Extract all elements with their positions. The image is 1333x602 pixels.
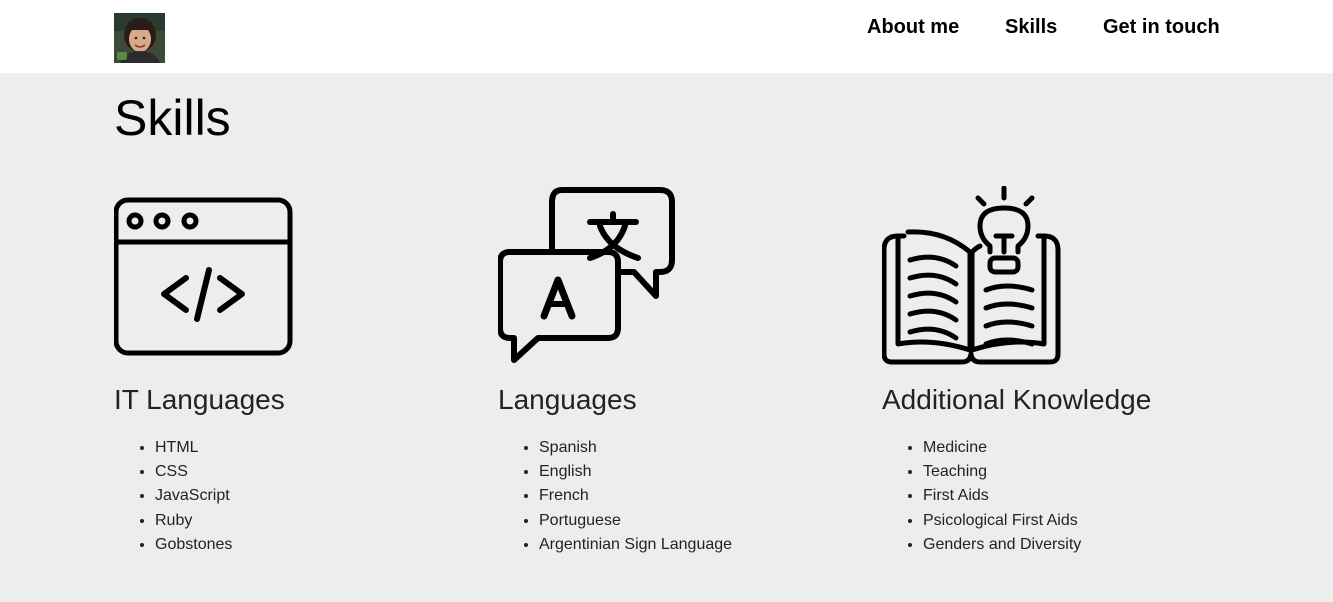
list-item: Portuguese (539, 509, 732, 533)
section-heading: Additional Knowledge (882, 384, 1152, 415)
list-item: First Aids (923, 484, 1081, 508)
list-item: Genders and Diversity (923, 533, 1081, 557)
list-item: Spanish (539, 436, 732, 460)
list-item: Medicine (923, 436, 1081, 460)
top-navigation-bar: About me Skills Get in touch (0, 0, 1333, 73)
list-item: Psicological First Aids (923, 509, 1081, 533)
list-item: English (539, 460, 732, 484)
list-item: Gobstones (155, 533, 232, 557)
nav-get-in-touch[interactable]: Get in touch (1103, 16, 1220, 40)
page-title: Skills (114, 90, 231, 146)
list-item: Ruby (155, 509, 232, 533)
list-item: Teaching (923, 460, 1081, 484)
list-item: CSS (155, 460, 232, 484)
list-item: Argentinian Sign Language (539, 533, 732, 557)
list-item: JavaScript (155, 484, 232, 508)
code-window-icon (114, 197, 293, 356)
section-heading: Languages (498, 384, 637, 415)
section-heading: IT Languages (114, 384, 285, 415)
skill-list: Medicine Teaching First Aids Psicologica… (882, 436, 1081, 557)
list-item: French (539, 484, 732, 508)
skill-list: HTML CSS JavaScript Ruby Gobstones (114, 436, 232, 557)
list-item: HTML (155, 436, 232, 460)
skills-section-it-languages: IT Languages HTML CSS JavaScript Ruby Go… (114, 186, 454, 553)
skill-list: Spanish English French Portuguese Argent… (498, 436, 732, 557)
nav-skills[interactable]: Skills (1005, 16, 1057, 40)
nav-about-me[interactable]: About me (867, 16, 959, 40)
skills-section-languages: Languages Spanish English French Portugu… (498, 186, 838, 553)
translate-icon (498, 187, 675, 363)
avatar[interactable] (114, 13, 165, 63)
avatar-photo (114, 13, 165, 63)
book-lightbulb-icon (882, 186, 1061, 365)
skills-section-additional-knowledge: Additional Knowledge Medicine Teaching F… (882, 186, 1222, 553)
